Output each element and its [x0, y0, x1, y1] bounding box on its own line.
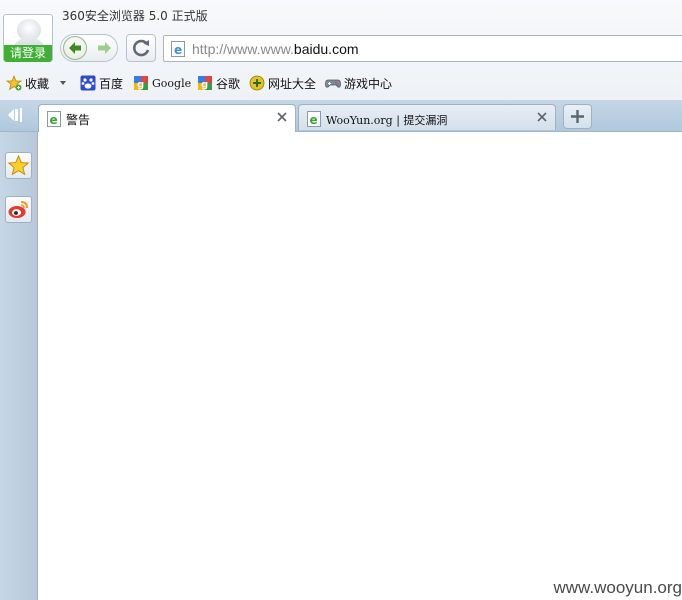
forward-button[interactable] [92, 36, 116, 60]
sidebar-toggle-button[interactable] [4, 104, 28, 126]
weibo-icon [8, 201, 28, 218]
star-collect-icon [6, 75, 22, 91]
tab-label: WooYun.org | 提交漏洞 [326, 114, 448, 127]
bookmark-url-directory[interactable]: 网址大全 [249, 74, 316, 92]
refresh-button[interactable] [126, 34, 156, 62]
svg-text:e: e [174, 43, 182, 57]
bookmark-label: 谷歌 [216, 76, 241, 91]
bookmark-baidu[interactable]: 百度 [80, 74, 123, 92]
tab-label: 警告 [66, 113, 91, 127]
bookmark-label: 游戏中心 [344, 76, 393, 91]
refresh-icon [133, 39, 150, 57]
tab-warning[interactable]: e 警告 [38, 104, 296, 132]
bookmark-label: 网址大全 [268, 76, 317, 91]
sidebar [0, 132, 38, 600]
tab-strip: e 警告 e WooYun.org | 提交漏洞 [0, 100, 682, 132]
watermark: www.wooyun.org [553, 578, 682, 597]
address-url[interactable]: http://www.www.baidu.com [192, 41, 359, 57]
ie-page-icon: e [307, 111, 321, 127]
plus-icon [571, 110, 584, 123]
bookmark-google-en[interactable]: g Google [133, 74, 191, 92]
svg-text:e: e [310, 113, 318, 127]
url-domain: baidu.com [293, 41, 359, 57]
new-tab-button[interactable] [563, 104, 592, 129]
back-button[interactable] [63, 36, 87, 60]
page-content[interactable]: www.wooyun.org [39, 132, 682, 600]
favorites-star-icon [7, 154, 30, 176]
sidebar-weibo-button[interactable] [5, 196, 32, 223]
baidu-paw-icon [80, 75, 96, 91]
chevron-down-icon[interactable] [58, 78, 68, 88]
collapse-sidebar-icon [8, 108, 22, 122]
url-prefix: http://www.www. [192, 41, 294, 57]
svg-text:g: g [201, 80, 208, 91]
close-icon[interactable] [536, 111, 548, 123]
url-directory-icon [249, 75, 265, 91]
close-icon[interactable] [276, 111, 288, 123]
ie-page-icon: e [47, 111, 61, 127]
bookmark-google-cn[interactable]: g 谷歌 [197, 74, 240, 92]
ie-page-icon: e [171, 41, 185, 57]
tab-wooyun[interactable]: e WooYun.org | 提交漏洞 [298, 104, 556, 130]
google-icon: g [198, 76, 212, 91]
back-arrow-icon [69, 42, 81, 54]
bookmark-label: 百度 [99, 76, 124, 91]
browser-toolbar: 请登录 360安全浏览器 5.0 正式版 e http://www.www.ba… [0, 0, 682, 100]
sidebar-favorites-button[interactable] [5, 152, 32, 179]
forward-arrow-icon [98, 42, 111, 54]
svg-text:e: e [50, 113, 58, 127]
login-button[interactable]: 请登录 [4, 45, 52, 62]
bookmark-game-center[interactable]: 游戏中心 [325, 74, 392, 92]
address-bar[interactable]: e http://www.www.baidu.com [163, 35, 682, 62]
favorites-menu-button[interactable]: 收藏 [6, 74, 49, 92]
bookmark-label: Google [152, 76, 192, 90]
gamepad-icon [325, 79, 341, 88]
favorites-label: 收藏 [25, 76, 50, 91]
svg-text:g: g [137, 80, 144, 91]
window-title: 360安全浏览器 5.0 正式版 [62, 9, 208, 23]
google-icon: g [134, 76, 148, 91]
